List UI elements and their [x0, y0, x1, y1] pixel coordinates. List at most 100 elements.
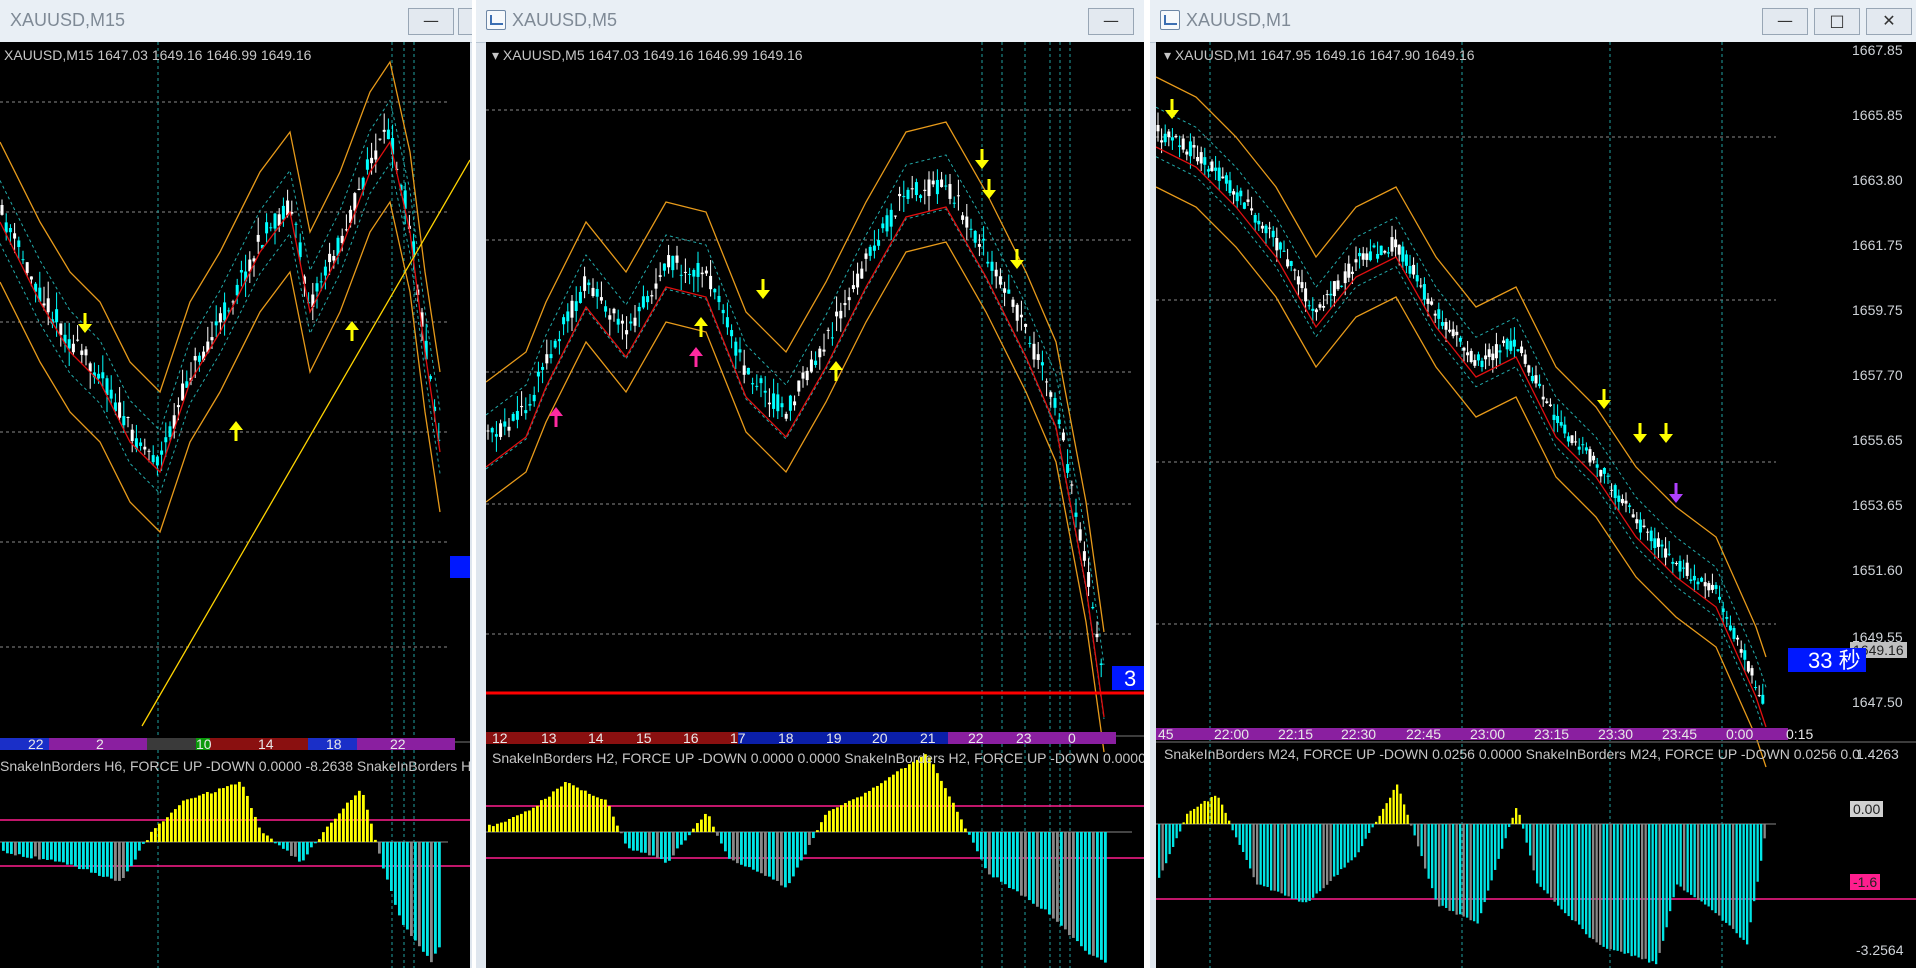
candle-body — [1368, 251, 1372, 261]
candle-body — [1757, 695, 1761, 697]
histogram-bar — [1686, 824, 1689, 893]
candle-body — [1003, 288, 1007, 293]
candle-body — [1660, 544, 1664, 547]
histogram-bar — [724, 832, 727, 852]
candle-body — [1736, 637, 1740, 640]
candle-body — [839, 310, 843, 319]
histogram-bar — [828, 810, 831, 832]
candle-body — [67, 339, 71, 349]
histogram-bar — [1424, 824, 1427, 869]
time-label: 22 — [28, 736, 44, 752]
histogram-bar — [210, 793, 213, 842]
candle-body — [1354, 259, 1358, 263]
histogram-bar — [1200, 803, 1203, 824]
chart-window-m15[interactable]: XAUUSD,M15 — XAUUSD,M15 1647.03 1649.16 … — [0, 0, 472, 968]
candle-body — [948, 184, 952, 199]
histogram-bar — [438, 842, 441, 948]
histogram-bar — [964, 828, 967, 832]
maximize-button[interactable]: □ — [1814, 8, 1860, 35]
candle-body — [713, 289, 717, 293]
candle-body — [1761, 694, 1765, 704]
candle-body — [667, 255, 671, 268]
histogram-bar — [972, 832, 975, 843]
histogram-bar — [816, 830, 819, 832]
title-bar[interactable]: XAUUSD,M15 — — [0, 0, 472, 43]
histogram-bar — [34, 842, 37, 857]
histogram-bar — [50, 842, 53, 860]
candle-body — [961, 215, 965, 220]
time-label: 14 — [258, 736, 274, 752]
histogram-bar — [242, 786, 245, 842]
histogram-bar — [1340, 824, 1343, 870]
close-button[interactable]: ✕ — [1866, 8, 1912, 35]
title-bar[interactable]: XAUUSD,M5 — — [476, 0, 1144, 43]
candle-body — [1534, 375, 1538, 384]
candle-body — [4, 222, 8, 233]
candle-body — [902, 196, 906, 198]
candle-body — [80, 350, 84, 355]
minimize-button[interactable]: — — [408, 8, 454, 35]
candle-body — [176, 405, 180, 408]
histogram-bar — [350, 800, 353, 842]
time-label: 14 — [588, 730, 604, 746]
histogram-bar — [524, 811, 527, 832]
histogram-bar — [488, 824, 491, 832]
candle-body — [486, 430, 490, 432]
histogram-bar — [74, 842, 77, 867]
histogram-bar — [1532, 824, 1535, 871]
histogram-bar — [154, 828, 157, 842]
histogram-bar — [1382, 808, 1385, 824]
histogram-bar — [952, 802, 955, 832]
histogram-bar — [234, 784, 237, 842]
histogram-bar — [1214, 795, 1217, 824]
histogram-bar — [338, 813, 341, 842]
histogram-bar — [836, 807, 839, 832]
histogram-bar — [1536, 824, 1539, 884]
histogram-bar — [672, 832, 675, 856]
signal-arrow-head — [1659, 434, 1673, 443]
time-label: 21 — [920, 730, 936, 746]
chevron-down-icon[interactable]: ▾ — [1164, 47, 1175, 63]
histogram-bar — [106, 842, 109, 877]
chart-window-m5[interactable]: XAUUSD,M5 — ▾ XAUUSD,M5 1647.03 1649.16 … — [476, 0, 1144, 968]
histogram-bar — [1644, 824, 1647, 959]
histogram-bar — [1445, 824, 1448, 908]
candle-body — [914, 182, 918, 196]
chart-window-m1[interactable]: XAUUSD,M1 — □ ✕ ▾ XAUUSD,M1 1647.95 1649… — [1150, 0, 1916, 968]
histogram-bar — [1371, 824, 1374, 828]
candle-body — [1167, 131, 1171, 138]
histogram-bar — [142, 842, 145, 844]
histogram-bar — [996, 832, 999, 878]
histogram-bar — [1076, 832, 1079, 942]
candle-body — [1631, 514, 1635, 518]
candle-body — [181, 383, 185, 401]
chart-canvas[interactable] — [1156, 42, 1916, 968]
chart-canvas[interactable] — [0, 42, 470, 968]
candle-body — [1473, 360, 1477, 366]
candle-body — [952, 202, 956, 204]
candle-body — [994, 269, 998, 277]
candle-body — [1602, 468, 1606, 474]
candle-body — [793, 401, 797, 406]
price-chart[interactable]: XAUUSD,M15 1647.03 1649.16 1646.99 1649.… — [0, 42, 470, 968]
minimize-button[interactable]: — — [1088, 8, 1134, 35]
title-bar[interactable]: XAUUSD,M1 — □ ✕ — [1150, 0, 1916, 43]
candle-body — [1239, 190, 1243, 197]
minimize-button[interactable]: — — [1762, 8, 1808, 35]
time-label: 13 — [541, 730, 557, 746]
histogram-bar — [1662, 824, 1665, 941]
window-title: XAUUSD,M15 — [10, 10, 126, 30]
histogram-bar — [62, 842, 65, 863]
histogram-bar — [568, 783, 571, 832]
restore-button[interactable] — [458, 8, 472, 35]
candle-body — [1667, 553, 1671, 555]
time-label: 45 — [1158, 726, 1174, 742]
price-chart[interactable]: ▾ XAUUSD,M5 1647.03 1649.16 1646.99 1649… — [486, 42, 1144, 968]
histogram-bar — [536, 805, 539, 832]
chart-app-icon — [486, 10, 506, 30]
price-chart[interactable]: ▾ XAUUSD,M1 1647.95 1649.16 1647.90 1649… — [1156, 42, 1916, 968]
chart-canvas[interactable] — [486, 42, 1144, 968]
chevron-down-icon[interactable]: ▾ — [492, 47, 503, 63]
candle-body — [1480, 360, 1484, 367]
histogram-bar — [1000, 832, 1003, 882]
